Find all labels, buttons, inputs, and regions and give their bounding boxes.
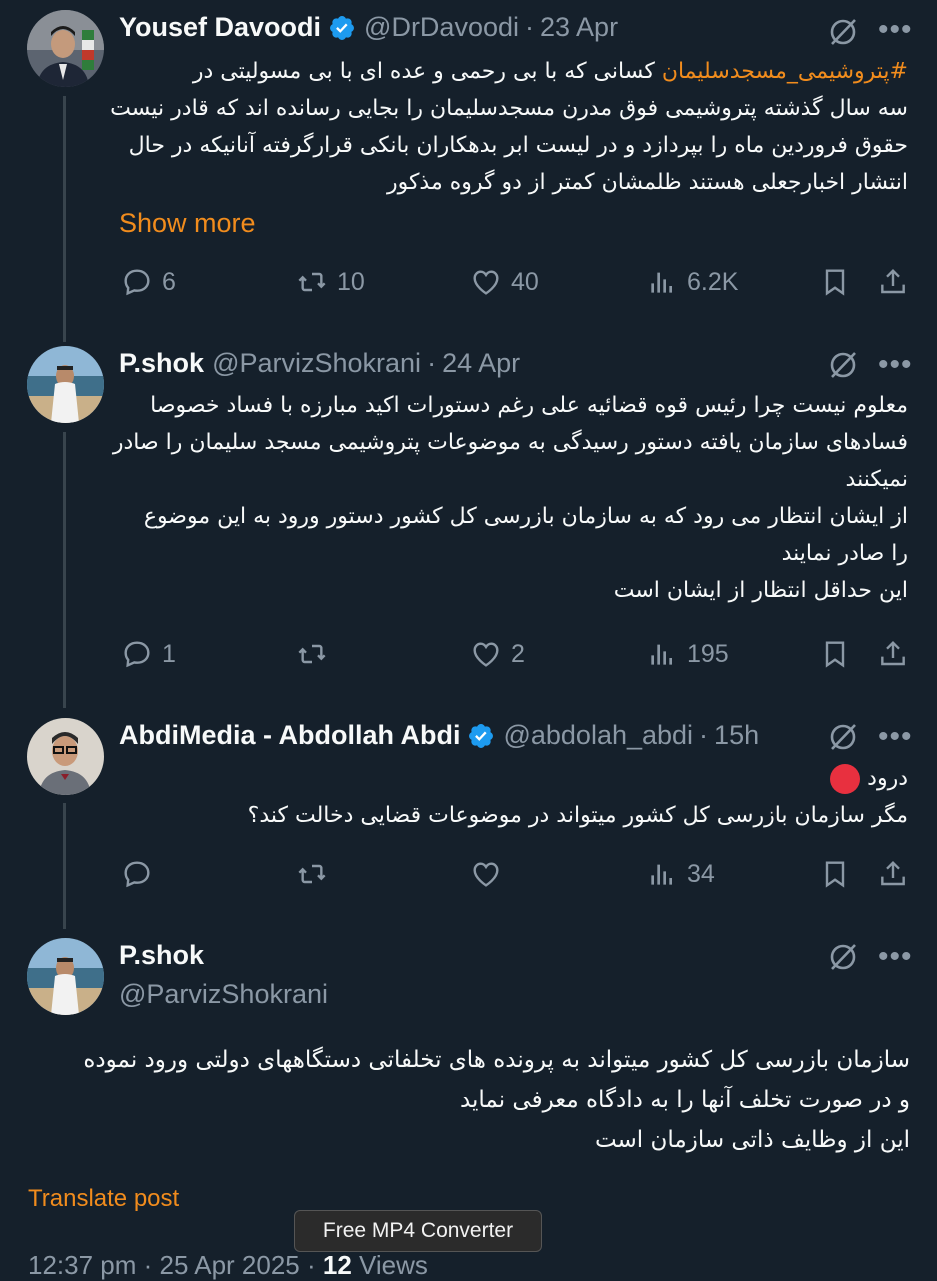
bookmark-icon xyxy=(825,641,845,668)
like-button[interactable]: 40 xyxy=(470,266,539,298)
analytics-icon xyxy=(651,864,672,885)
more-options-icon[interactable]: ••• xyxy=(878,15,913,45)
author-name[interactable]: P.shok xyxy=(119,940,204,971)
heart-icon xyxy=(473,270,499,295)
repost-icon xyxy=(298,272,326,292)
translate-post-link[interactable]: Translate post xyxy=(28,1185,179,1213)
grok-icon[interactable] xyxy=(828,17,858,47)
bookmark-button[interactable] xyxy=(819,638,851,670)
tooltip: Free MP4 Converter xyxy=(294,1210,542,1252)
more-options-icon[interactable]: ••• xyxy=(878,722,913,752)
reply-button[interactable]: 6 xyxy=(121,266,176,298)
post-text: معلوم نیست چرا رئیس قوه قضائیه علی رغم د… xyxy=(112,393,908,603)
reply-button[interactable] xyxy=(121,858,162,890)
views-button[interactable]: 195 xyxy=(646,638,729,670)
views-count: 12 xyxy=(322,1250,352,1280)
repost-icon xyxy=(298,864,326,884)
bookmark-icon xyxy=(825,269,845,296)
separator: · xyxy=(699,720,709,750)
share-button[interactable] xyxy=(877,858,909,890)
hashtag-link[interactable]: #پتروشیمی_مسجدسلیمان xyxy=(662,59,908,84)
avatar[interactable] xyxy=(27,718,104,795)
repost-icon xyxy=(298,644,326,664)
post-text: سازمان بازرسی کل کشور میتواند به پرونده … xyxy=(83,1047,910,1153)
repost-button[interactable] xyxy=(296,858,337,890)
author-name[interactable]: P.shok xyxy=(119,348,204,379)
author-name[interactable]: AbdiMedia - Abdollah Abdi xyxy=(119,720,460,751)
post-date[interactable]: 15h xyxy=(714,720,759,751)
bookmark-button[interactable] xyxy=(819,266,851,298)
views-button[interactable]: 6.2K xyxy=(646,266,738,298)
like-button[interactable] xyxy=(470,858,511,890)
separator: · xyxy=(525,12,534,42)
author-handle[interactable]: @DrDavoodi xyxy=(364,12,519,43)
post-actions: 34 xyxy=(0,858,937,898)
author-name[interactable]: Yousef Davoodi xyxy=(119,12,321,43)
like-button[interactable]: 2 xyxy=(470,638,525,670)
reply-icon xyxy=(124,269,150,296)
share-button[interactable] xyxy=(877,266,909,298)
avatar[interactable] xyxy=(27,938,104,1015)
share-icon xyxy=(881,640,905,666)
more-options-icon[interactable]: ••• xyxy=(878,350,913,380)
grok-icon[interactable] xyxy=(828,942,858,972)
analytics-icon xyxy=(651,272,672,293)
share-icon xyxy=(881,268,905,294)
post-actions: 1 2 195 xyxy=(0,638,937,678)
bookmark-icon xyxy=(825,861,845,888)
post-date[interactable]: 23 Apr xyxy=(540,12,618,43)
post-text: #پتروشیمی_مسجدسلیمان کسانی که با بی رحمی… xyxy=(110,59,908,195)
verified-badge-icon xyxy=(467,722,495,750)
bookmark-button[interactable] xyxy=(819,858,851,890)
heart-icon xyxy=(473,642,499,667)
post-timestamp: 12:37 pm · 25 Apr 2025 · 12 Views xyxy=(28,1250,428,1280)
reply-icon xyxy=(124,861,150,888)
post-actions: 6 10 40 6.2K xyxy=(0,266,937,306)
repost-button[interactable]: 10 xyxy=(296,266,365,298)
reply-button[interactable]: 1 xyxy=(121,638,176,670)
share-icon xyxy=(881,860,905,886)
post-text: درود مگر سازمان بازرسی کل کشور میتواند د… xyxy=(247,764,908,828)
author-handle[interactable]: @ParvizShokrani xyxy=(119,979,328,1010)
author-handle[interactable]: @ParvizShokrani xyxy=(212,348,421,379)
show-more-link[interactable]: Show more xyxy=(119,208,256,239)
reply-icon xyxy=(124,641,150,668)
red-circle-emoji xyxy=(830,764,861,794)
share-button[interactable] xyxy=(877,638,909,670)
grok-icon[interactable] xyxy=(828,350,858,380)
author-handle[interactable]: @abdolah_abdi xyxy=(503,720,693,751)
grok-icon[interactable] xyxy=(828,722,858,752)
repost-button[interactable] xyxy=(296,638,337,670)
avatar[interactable] xyxy=(27,10,104,87)
separator: · xyxy=(427,348,437,378)
more-options-icon[interactable]: ••• xyxy=(878,942,913,972)
heart-icon xyxy=(473,862,499,887)
views-button[interactable]: 34 xyxy=(646,858,715,890)
post-date[interactable]: 24 Apr xyxy=(442,348,520,379)
analytics-icon xyxy=(651,644,672,665)
avatar[interactable] xyxy=(27,346,104,423)
verified-badge-icon xyxy=(328,14,356,42)
